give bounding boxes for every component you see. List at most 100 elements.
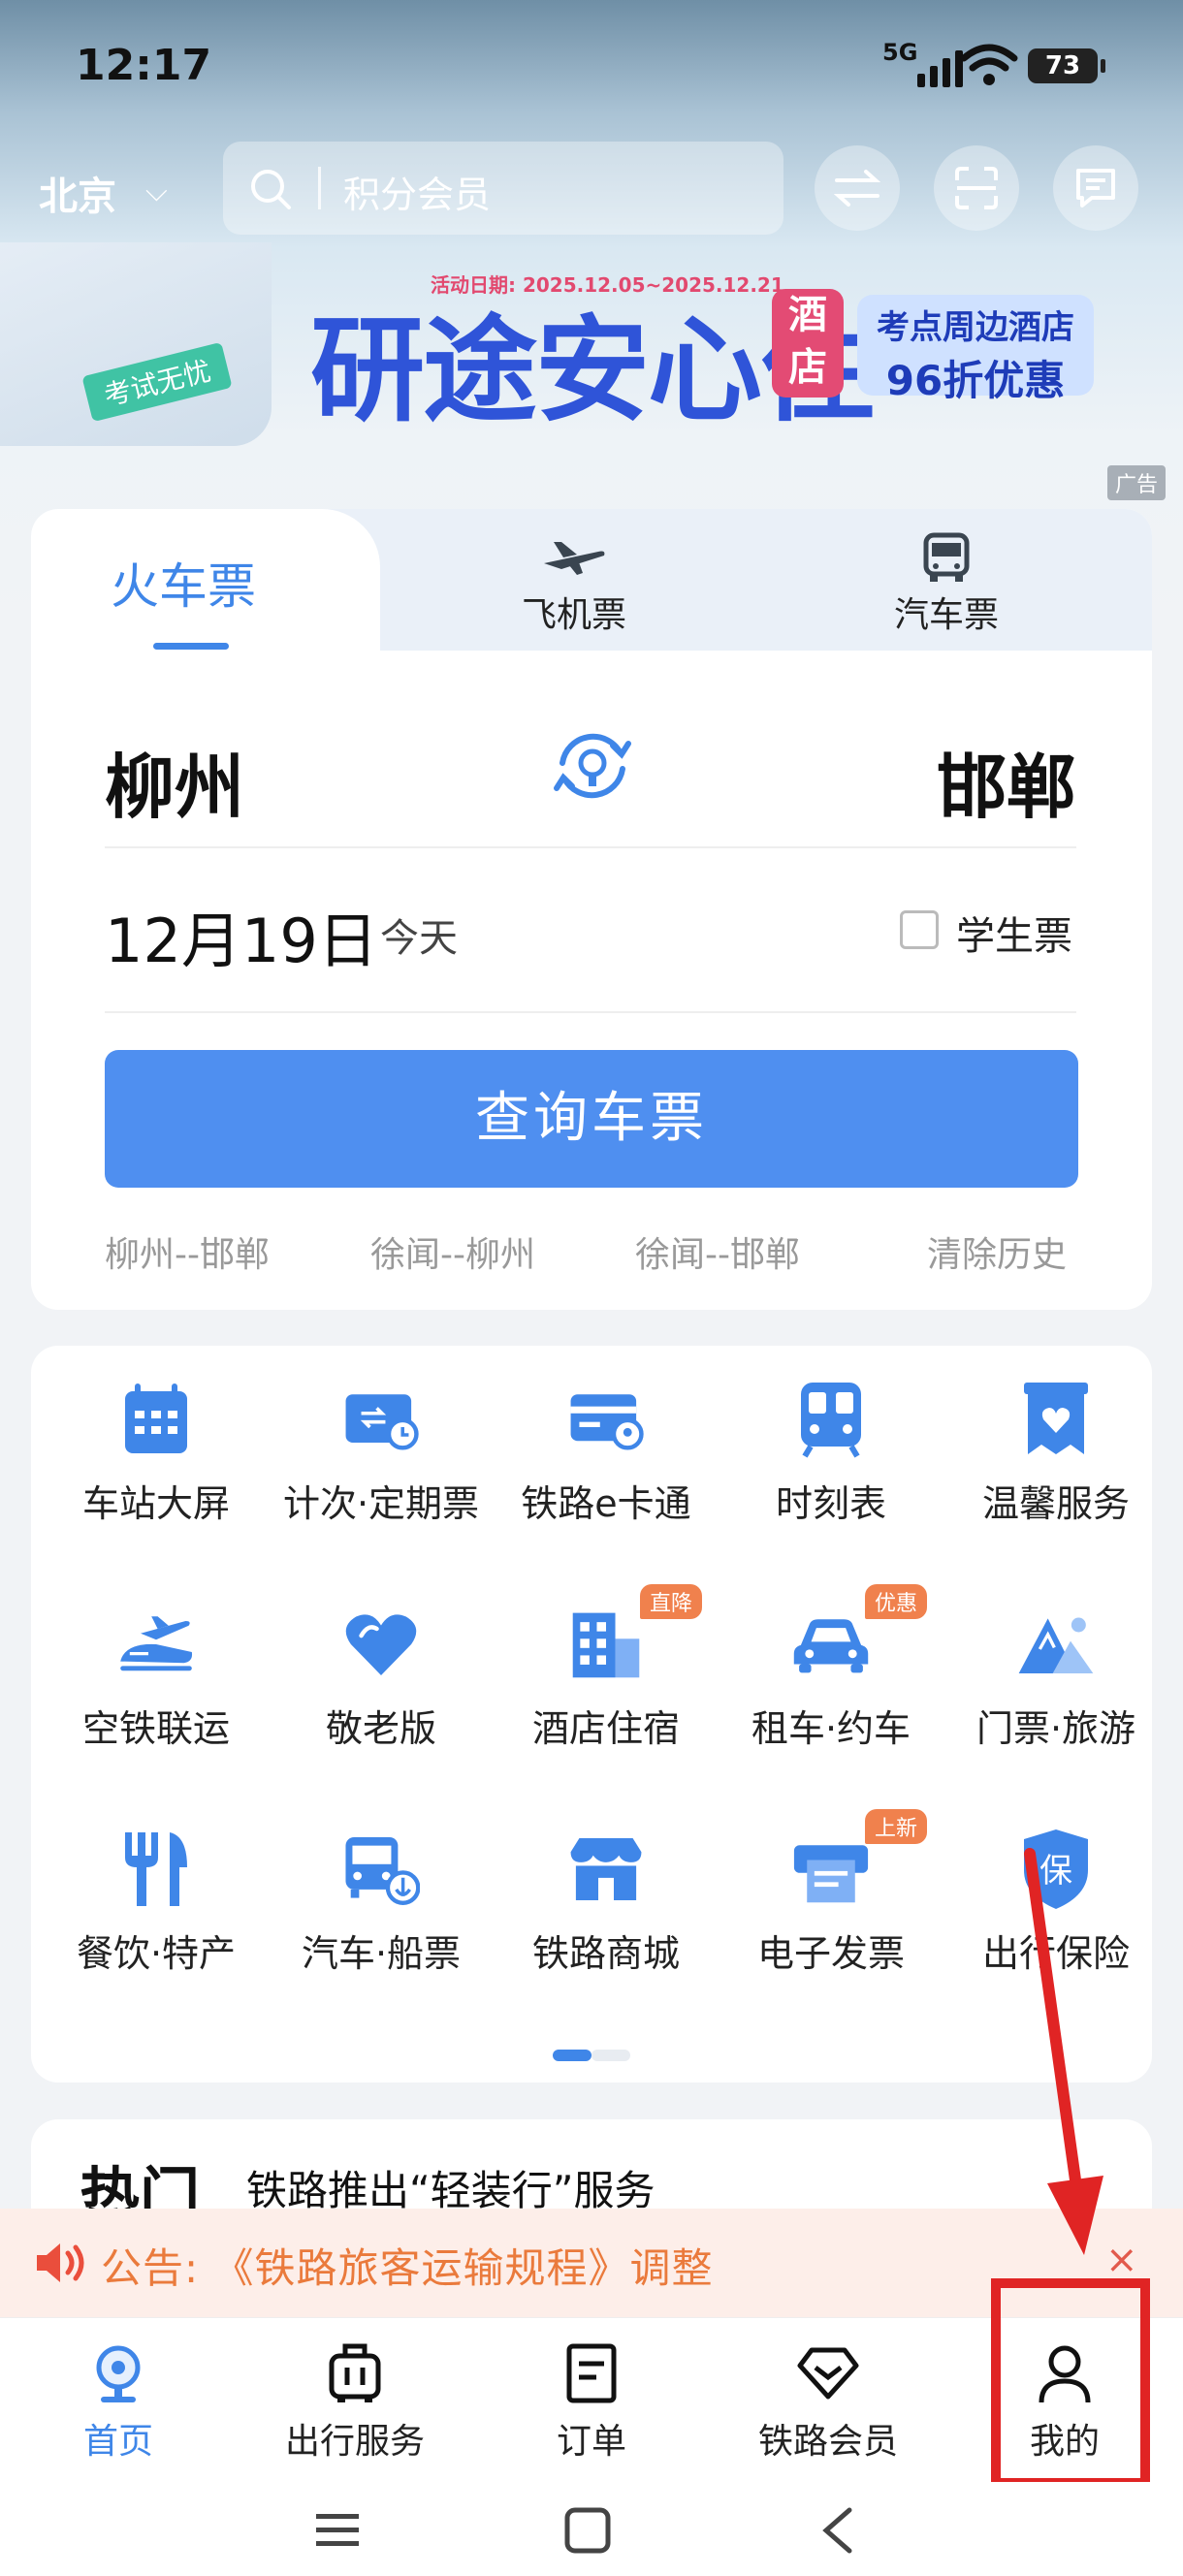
station-screen-icon xyxy=(125,1383,187,1453)
service-hotel[interactable]: 直降 酒店住宿 xyxy=(495,1571,718,1765)
travel-date[interactable]: 12月19日 xyxy=(105,892,378,979)
history-item[interactable]: 徐闻--邯郸 xyxy=(635,1226,800,1277)
clear-history-button[interactable]: 清除历史 xyxy=(927,1226,1067,1277)
top-bar: 北京 ⌵ 积分会员 xyxy=(0,136,1183,242)
service-label: 门票·旅游 xyxy=(975,1707,1136,1750)
to-station[interactable]: 邯郸 xyxy=(937,730,1076,832)
search-placeholder: 积分会员 xyxy=(343,174,492,216)
square-icon xyxy=(564,2507,611,2554)
promo-line-1: 考点周边酒店 xyxy=(877,308,1074,347)
service-badge: 直降 xyxy=(640,1584,703,1619)
banner-promo: 考点周边酒店 96折优惠 xyxy=(857,295,1094,404)
service-e-card[interactable]: 铁路e卡通 xyxy=(495,1346,718,1540)
service-timetable[interactable]: 时刻表 xyxy=(719,1346,943,1540)
page-indicator xyxy=(553,2050,630,2061)
promo-line-2: 96折优惠 xyxy=(885,357,1066,404)
status-bar: 12:17 5G 73 xyxy=(0,0,1183,136)
nav-railway-member[interactable]: 铁路会员 xyxy=(731,2339,925,2464)
service-invoice[interactable]: 上新 电子发票 xyxy=(719,1796,943,1989)
service-tour[interactable]: 门票·旅游 xyxy=(944,1571,1167,1765)
history-item[interactable]: 柳州--邯郸 xyxy=(105,1226,270,1277)
service-label: 汽车·船票 xyxy=(301,1932,462,1975)
service-air-rail[interactable]: 空铁联运 xyxy=(45,1571,268,1765)
nav-label: 订单 xyxy=(556,2422,626,2462)
service-car[interactable]: 优惠 租车·约车 xyxy=(719,1571,943,1765)
nav-home[interactable]: 首页 xyxy=(21,2339,215,2464)
timetable-icon xyxy=(801,1383,861,1458)
history-item[interactable]: 徐闻--柳州 xyxy=(370,1226,535,1277)
signal-icon xyxy=(917,43,963,87)
svg-text:保: 保 xyxy=(1039,1852,1072,1891)
menu-key[interactable] xyxy=(299,2501,376,2560)
service-label: 车站大屏 xyxy=(81,1482,230,1525)
dining-icon xyxy=(125,1832,187,1906)
service-label: 租车·约车 xyxy=(751,1707,911,1750)
insurance-icon: 保 xyxy=(1024,1829,1088,1909)
scan-button[interactable] xyxy=(934,145,1019,231)
close-icon[interactable]: × xyxy=(1105,2238,1138,2282)
service-bus-ship[interactable]: 汽车·船票 xyxy=(270,1796,493,1989)
home-icon xyxy=(96,2345,141,2402)
service-label: 电子发票 xyxy=(756,1932,905,1975)
message-button[interactable] xyxy=(1053,145,1138,231)
nav-label: 出行服务 xyxy=(284,2422,425,2462)
back-key[interactable] xyxy=(799,2501,877,2560)
promo-banner[interactable]: 考试无忧 活动日期: 2025.12.05~2025.12.21 研途安心住 酒… xyxy=(0,242,1183,500)
service-label: 餐饮·特产 xyxy=(76,1932,237,1975)
service-elderly[interactable]: 敬老版 xyxy=(270,1571,493,1765)
from-station[interactable]: 柳州 xyxy=(105,730,244,832)
tab-flight[interactable]: 飞机票 xyxy=(477,528,671,637)
member-icon xyxy=(797,2347,859,2400)
care-service-icon xyxy=(1024,1383,1088,1454)
tab-train-label[interactable]: 火车票 xyxy=(111,548,256,618)
mountain-icon xyxy=(1018,1617,1094,1673)
message-icon xyxy=(1076,169,1115,207)
plane-icon xyxy=(544,542,605,575)
nav-orders[interactable]: 订单 xyxy=(495,2339,688,2464)
chevron-down-icon[interactable]: ⌵ xyxy=(145,175,168,208)
search-separator xyxy=(318,167,321,209)
home-key[interactable] xyxy=(549,2501,626,2560)
ad-label: 广告 xyxy=(1107,465,1167,500)
e-card-icon xyxy=(570,1394,644,1450)
notice-text[interactable]: 公告: 《铁路旅客运输规程》调整 xyxy=(101,2236,714,2295)
student-ticket-label[interactable]: 学生票 xyxy=(956,905,1072,961)
service-dining[interactable]: 餐饮·特产 xyxy=(45,1796,268,1989)
scan-icon xyxy=(955,167,998,209)
nav-label: 首页 xyxy=(82,2422,153,2462)
swap-stations-icon[interactable] xyxy=(551,724,634,808)
air-rail-icon xyxy=(120,1616,193,1671)
invoice-icon xyxy=(793,1845,869,1903)
service-label: 计次·定期票 xyxy=(282,1482,480,1525)
student-ticket-checkbox[interactable] xyxy=(900,910,939,949)
transfer-icon xyxy=(833,170,881,207)
service-insurance[interactable]: 保 出行保险 xyxy=(944,1796,1167,1989)
divider xyxy=(105,1011,1076,1013)
service-label: 出行保险 xyxy=(981,1932,1130,1975)
system-navigation xyxy=(0,2482,1183,2576)
search-bar[interactable]: 积分会员 xyxy=(223,142,783,235)
nav-travel-service[interactable]: 出行服务 xyxy=(258,2339,452,2464)
status-time: 12:17 xyxy=(76,41,212,90)
network-type: 5G xyxy=(882,39,918,66)
bus-icon xyxy=(923,532,970,582)
service-label: 酒店住宿 xyxy=(531,1707,680,1750)
menu-icon xyxy=(316,2514,359,2546)
switch-button[interactable] xyxy=(815,145,900,231)
exam-paper-illustration xyxy=(0,242,272,446)
service-badge: 上新 xyxy=(865,1809,928,1844)
service-label: 铁路e卡通 xyxy=(521,1482,691,1525)
query-tickets-button[interactable]: 查询车票 xyxy=(105,1050,1078,1188)
service-care[interactable]: 温馨服务 xyxy=(944,1346,1167,1540)
ticket-search-card: 火车票 飞机票 汽车票 柳州 邯郸 12月19日 今天 学生票 查询车票 柳州-… xyxy=(31,509,1152,1310)
speaker-icon xyxy=(37,2243,84,2282)
tab-bus-label: 汽车票 xyxy=(893,595,999,635)
tab-bus[interactable]: 汽车票 xyxy=(849,528,1043,637)
service-station-screen[interactable]: 车站大屏 xyxy=(45,1346,268,1540)
ticket-card-icon xyxy=(345,1394,419,1450)
service-shop[interactable]: 铁路商城 xyxy=(495,1796,718,1989)
city-selector[interactable]: 北京 xyxy=(39,165,116,221)
service-label: 时刻表 xyxy=(775,1482,886,1525)
service-label: 铁路商城 xyxy=(531,1932,680,1975)
service-ticket-card[interactable]: 计次·定期票 xyxy=(270,1346,493,1540)
